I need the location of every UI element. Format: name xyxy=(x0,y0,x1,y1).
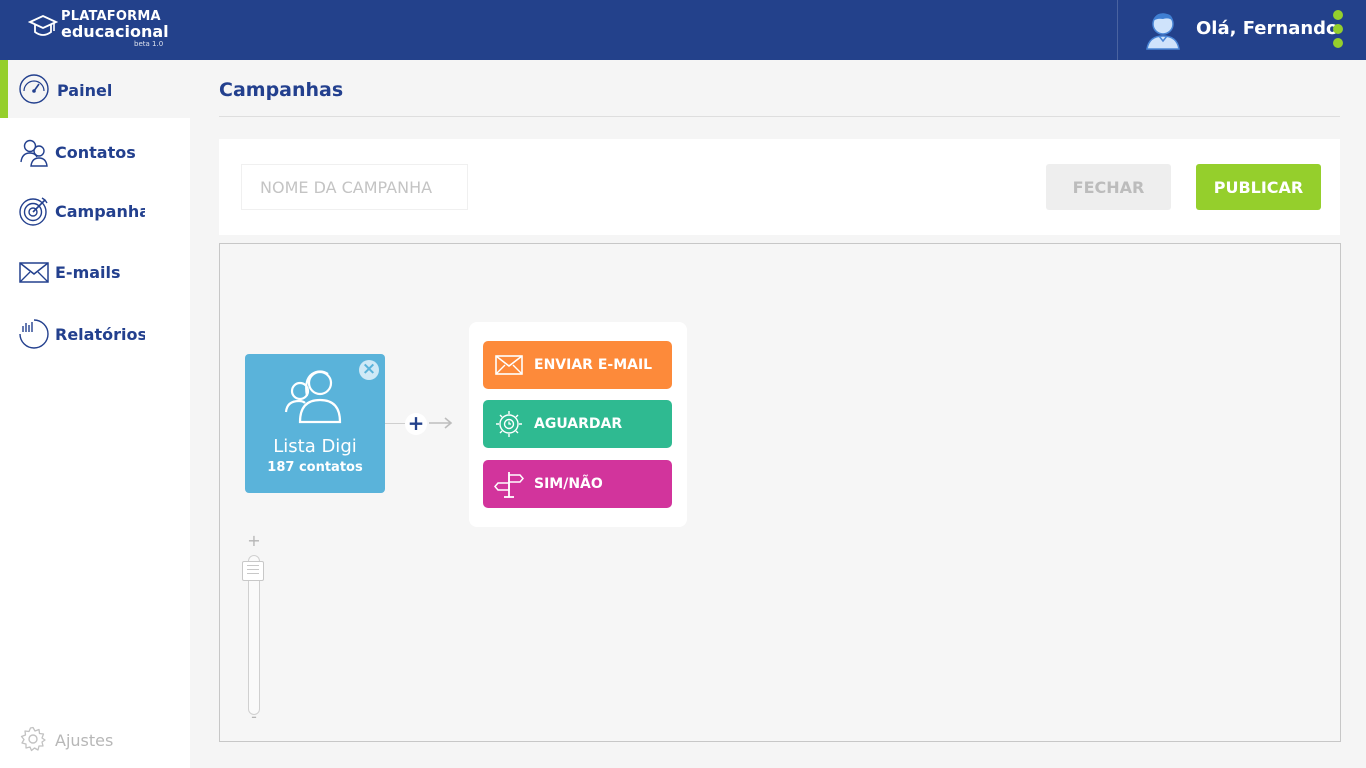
list-name: Lista Digi xyxy=(273,436,357,457)
send-email-action[interactable]: ENVIAR E-MAIL xyxy=(483,341,672,389)
campaign-name-input[interactable] xyxy=(241,164,468,210)
speedometer-icon xyxy=(19,74,49,104)
contacts-icon xyxy=(284,370,342,424)
remove-list-button[interactable] xyxy=(359,359,379,380)
sidebar-item-campanhas[interactable]: Campanhas xyxy=(0,182,190,240)
clock-gear-icon xyxy=(496,411,522,437)
campaign-toolbar: FECHAR PUBLICAR xyxy=(219,139,1340,235)
sidebar-item-label: Contatos xyxy=(55,143,136,162)
logo-line2: educacional xyxy=(61,22,169,41)
report-chart-icon xyxy=(19,319,49,349)
sidebar-item-label: E-mails xyxy=(55,263,121,282)
contacts-icon xyxy=(20,139,48,167)
zoom-slider[interactable]: + - xyxy=(242,531,266,726)
sidebar-item-label: Relatórios xyxy=(55,325,145,344)
top-bar: PLATAFORMA educacional beta 1.0 Olá, Fer… xyxy=(0,0,1366,60)
page-title: Campanhas xyxy=(219,79,344,101)
step-options-panel: ENVIAR E-MAIL AGUARDAR SIM/NÃO xyxy=(469,322,687,527)
list-count: 187 contatos xyxy=(267,460,363,475)
yes-no-action[interactable]: SIM/NÃO xyxy=(483,460,672,508)
user-greeting: Olá, Fernando xyxy=(1196,18,1339,39)
envelope-icon xyxy=(495,355,523,375)
action-label: SIM/NÃO xyxy=(534,476,603,492)
envelope-icon xyxy=(19,262,49,283)
wait-action[interactable]: AGUARDAR xyxy=(483,400,672,448)
arrow-right-icon xyxy=(429,417,453,429)
sidebar: Painel Contatos Campanhas E-mails xyxy=(0,60,190,768)
logo[interactable]: PLATAFORMA educacional beta 1.0 xyxy=(28,9,169,51)
zoom-thumb[interactable] xyxy=(242,561,264,581)
avatar[interactable] xyxy=(1142,8,1184,50)
settings-label: Ajustes xyxy=(55,731,114,750)
sidebar-item-label: Painel xyxy=(57,81,113,100)
logo-version: beta 1.0 xyxy=(134,40,164,48)
action-label: AGUARDAR xyxy=(534,416,623,432)
zoom-in-button[interactable]: + xyxy=(247,531,261,550)
sidebar-item-relatorios[interactable]: Relatórios xyxy=(0,305,190,363)
more-menu-icon[interactable] xyxy=(1333,10,1345,50)
gear-icon xyxy=(20,726,46,752)
sidebar-item-emails[interactable]: E-mails xyxy=(0,243,190,301)
graduation-cap-icon xyxy=(28,15,58,36)
header-divider xyxy=(1117,0,1118,60)
zoom-out-button[interactable]: - xyxy=(247,707,261,726)
contact-list-node[interactable]: Lista Digi 187 contatos xyxy=(245,354,385,493)
campaign-flow-canvas[interactable]: Lista Digi 187 contatos + ENVIAR E-MAIL … xyxy=(219,243,1341,742)
sidebar-item-contatos[interactable]: Contatos xyxy=(0,123,190,181)
connector-line xyxy=(385,423,407,424)
signpost-icon xyxy=(494,472,524,498)
add-step-button[interactable]: + xyxy=(405,413,427,435)
sidebar-item-label: Campanhas xyxy=(55,202,145,221)
close-button[interactable]: FECHAR xyxy=(1046,164,1171,210)
publish-button[interactable]: PUBLICAR xyxy=(1196,164,1321,210)
action-label: ENVIAR E-MAIL xyxy=(534,357,653,373)
target-icon xyxy=(19,197,48,226)
sidebar-item-painel[interactable]: Painel xyxy=(0,60,190,118)
divider xyxy=(219,116,1340,117)
